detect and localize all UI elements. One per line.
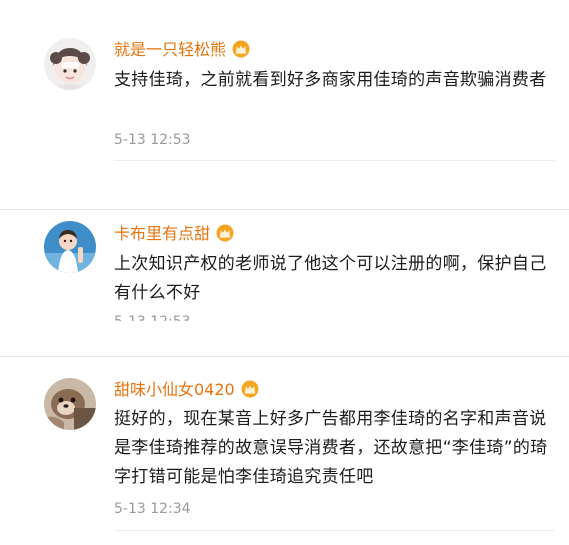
avatar[interactable] xyxy=(44,38,96,90)
comment-text: 上次知识产权的老师说了他这个可以注册的啊，保护自己有什么不好 xyxy=(114,254,547,303)
timestamp: 5-13 12:34 xyxy=(114,501,191,517)
username-text[interactable]: 就是一只轻松熊 xyxy=(114,40,226,59)
vip-crown-badge-icon xyxy=(232,40,250,58)
avatar[interactable] xyxy=(44,221,96,273)
divider xyxy=(0,356,569,357)
girl-portrait-avatar xyxy=(44,38,96,90)
comment-text: 挺好的，现在某音上好多广告都用李佳琦的名字和声音说是李佳琦推荐的故意误导消费者，… xyxy=(114,409,548,487)
vip-crown-badge-icon xyxy=(216,224,234,242)
pet-portrait-avatar xyxy=(44,378,96,430)
timestamp: 5-13 12:53 xyxy=(114,313,191,321)
divider xyxy=(0,209,569,210)
vip-crown-badge-icon xyxy=(241,380,259,398)
username-text[interactable]: 甜味小仙女0420 xyxy=(114,380,235,399)
username[interactable]: 甜味小仙女0420 xyxy=(114,379,259,401)
timestamp: 5-13 12:53 xyxy=(114,132,191,148)
child-portrait-avatar xyxy=(44,221,96,273)
avatar[interactable] xyxy=(44,378,96,430)
comment-text: 支持佳琦，之前就看到好多商家用佳琦的声音欺骗消费者 xyxy=(114,70,547,90)
username[interactable]: 就是一只轻松熊 xyxy=(114,39,250,61)
divider xyxy=(114,530,555,531)
divider xyxy=(114,160,555,161)
username[interactable]: 卡布里有点甜 xyxy=(114,223,234,245)
username-text[interactable]: 卡布里有点甜 xyxy=(114,224,210,243)
